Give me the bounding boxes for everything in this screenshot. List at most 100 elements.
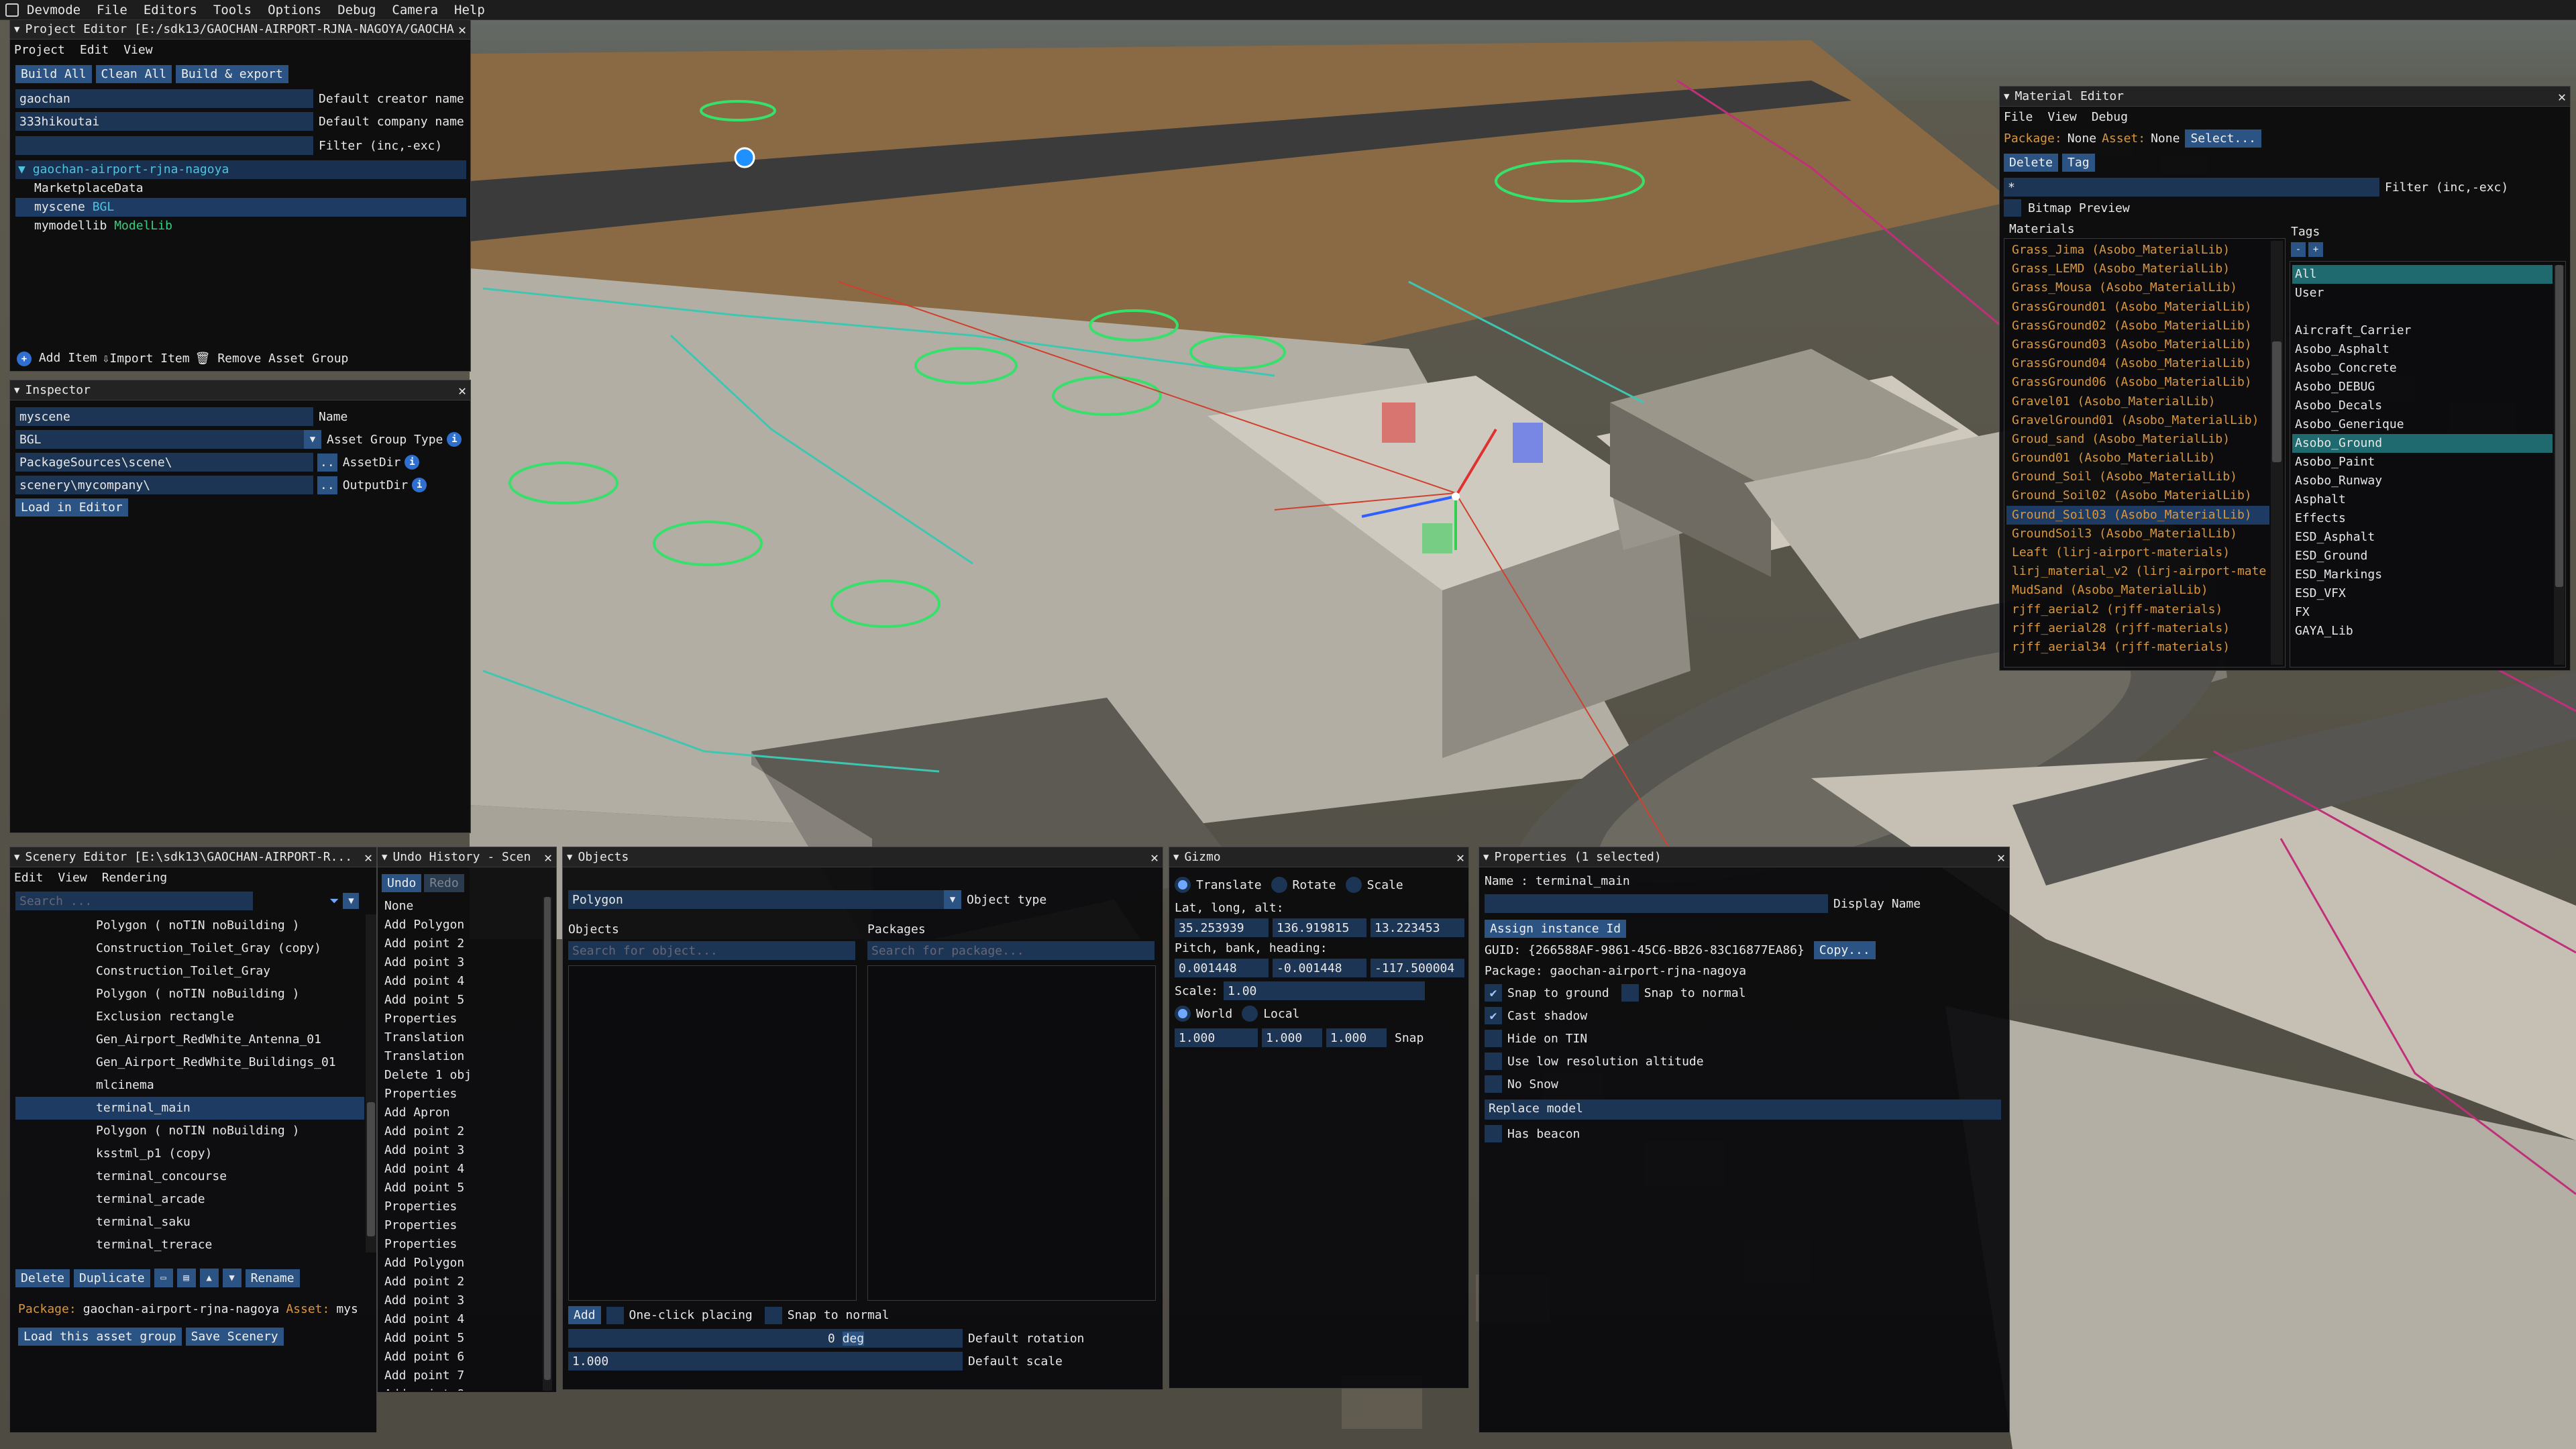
- menu-help[interactable]: Help: [446, 3, 493, 17]
- undo-history-item[interactable]: Add point 5: [382, 1179, 540, 1197]
- undo-history-item[interactable]: Add point 3: [382, 1291, 540, 1310]
- material-list-item[interactable]: GrassGround04 (Asobo_MaterialLib): [2006, 354, 2269, 373]
- rotate-radio[interactable]: [1271, 877, 1287, 893]
- undo-history-item[interactable]: Add Polygon: [382, 1254, 540, 1273]
- undo-history-item[interactable]: Add point 8: [382, 1385, 540, 1391]
- tag-list-item[interactable]: ESD_Ground: [2292, 547, 2553, 566]
- tag-list-item[interactable]: Asobo_Ground: [2292, 434, 2553, 453]
- local-radio[interactable]: [1242, 1006, 1258, 1022]
- collapse-triangle-icon[interactable]: ▼: [1483, 852, 1489, 863]
- creator-name-field[interactable]: gaochan: [15, 89, 313, 108]
- undo-history-item[interactable]: None: [382, 897, 540, 916]
- scrollbar-thumb[interactable]: [544, 897, 551, 1380]
- project-editor-titlebar[interactable]: ▼ Project Editor [E:/sdk13/GAOCHAN-AIRPO…: [10, 19, 470, 40]
- tag-list-item[interactable]: Asobo_Concrete: [2292, 359, 2553, 378]
- load-asset-group-button[interactable]: Load this asset group: [18, 1328, 182, 1346]
- objects-list[interactable]: [568, 965, 857, 1301]
- default-rotation-field[interactable]: 0 deg: [568, 1329, 963, 1348]
- duplicate-button[interactable]: Duplicate: [74, 1269, 150, 1287]
- undo-history-item[interactable]: Translation: [382, 1047, 540, 1066]
- inspector-titlebar[interactable]: ▼ Inspector ✕: [10, 380, 470, 400]
- undo-history-item[interactable]: Add point 4: [382, 972, 540, 991]
- close-icon[interactable]: ✕: [1150, 849, 1159, 865]
- collapse-triangle-icon[interactable]: ▼: [14, 24, 19, 35]
- material-list-item[interactable]: GrassGround02 (Asobo_MaterialLib): [2006, 317, 2269, 335]
- collapse-triangle-icon[interactable]: ▼: [382, 852, 387, 863]
- menu-view[interactable]: View: [58, 871, 87, 885]
- redo-button[interactable]: Redo: [424, 874, 464, 892]
- tree-item-myscene[interactable]: myscene BGL: [15, 198, 466, 217]
- scrollbar-thumb[interactable]: [367, 1102, 375, 1236]
- material-list-item[interactable]: GravelGround01 (Asobo_MaterialLib): [2006, 411, 2269, 430]
- material-list-item[interactable]: Grass_Jima (Asobo_MaterialLib): [2006, 241, 2269, 260]
- material-list-item[interactable]: rjff_aerial34 (rjff-materials): [2006, 638, 2269, 657]
- world-radio[interactable]: [1175, 1006, 1191, 1022]
- undo-history-item[interactable]: Translation: [382, 1028, 540, 1047]
- scenery-list-item[interactable]: terminal_saku: [15, 1211, 364, 1234]
- undo-history-item[interactable]: Add point 7: [382, 1366, 540, 1385]
- close-icon[interactable]: ✕: [364, 849, 372, 865]
- menu-rendering[interactable]: Rendering: [102, 871, 168, 885]
- tag-remove-button[interactable]: -: [2291, 242, 2306, 257]
- material-list-item[interactable]: Ground_Soil (Asobo_MaterialLib): [2006, 468, 2269, 486]
- undo-history-item[interactable]: Properties: [382, 1085, 540, 1104]
- scenery-list-item[interactable]: Polygon ( noTIN noBuilding ): [15, 914, 364, 937]
- scenery-search-input[interactable]: Search ...: [15, 892, 253, 910]
- select-asset-button[interactable]: Select...: [2185, 129, 2261, 148]
- snap-to-normal-checkbox[interactable]: [764, 1306, 782, 1324]
- scenery-list-item[interactable]: terminal_main: [15, 1097, 364, 1120]
- tag-add-button[interactable]: +: [2308, 242, 2323, 257]
- menu-file[interactable]: File: [2004, 110, 2033, 124]
- scenery-editor-titlebar[interactable]: ▼ Scenery Editor [E:\sdk13\GAOCHAN-AIRPO…: [10, 847, 376, 867]
- close-icon[interactable]: ✕: [1456, 849, 1464, 865]
- collapse-triangle-icon[interactable]: ▼: [1173, 852, 1179, 863]
- menu-options[interactable]: Options: [260, 3, 329, 17]
- delete-button[interactable]: Delete: [15, 1269, 70, 1287]
- move-down-icon[interactable]: ▼: [222, 1269, 241, 1287]
- tag-list-item[interactable]: Asobo_DEBUG: [2292, 378, 2553, 396]
- scale-radio[interactable]: [1345, 877, 1362, 893]
- longitude-field[interactable]: 136.919815: [1273, 918, 1366, 937]
- one-click-placing-checkbox[interactable]: [606, 1306, 624, 1324]
- tag-list-item[interactable]: Effects: [2292, 509, 2553, 528]
- material-list-item[interactable]: Gravel01 (Asobo_MaterialLib): [2006, 392, 2269, 411]
- scenery-list-item[interactable]: mlcinema: [15, 1074, 364, 1097]
- material-list-item[interactable]: GroundSoil3 (Asobo_MaterialLib): [2006, 525, 2269, 543]
- scale-field[interactable]: 1.00: [1224, 981, 1426, 1000]
- tag-list-item[interactable]: [2292, 303, 2553, 321]
- outputdir-field[interactable]: scenery\mycompany\: [15, 476, 313, 494]
- undo-history-item[interactable]: Add point 2: [382, 1122, 540, 1141]
- filter-options-dropdown-icon[interactable]: ▼: [343, 893, 360, 909]
- bitmap-preview-checkbox[interactable]: [2004, 199, 2021, 217]
- asset-name-field[interactable]: myscene: [15, 407, 313, 426]
- replace-model-header[interactable]: Replace model: [1485, 1099, 2001, 1120]
- material-list-item[interactable]: MudSand (Asobo_MaterialLib): [2006, 581, 2269, 600]
- info-icon[interactable]: i: [412, 478, 427, 492]
- hide-on-tin-checkbox[interactable]: [1485, 1030, 1502, 1047]
- scenery-list-item[interactable]: Gen_Airport_RedWhite_Antenna_01: [15, 1028, 364, 1051]
- info-icon[interactable]: i: [405, 455, 420, 470]
- undo-history-item[interactable]: Delete 1 obj: [382, 1066, 540, 1085]
- snap-to-normal-checkbox[interactable]: [1621, 984, 1639, 1002]
- scenery-list-item[interactable]: Construction_Toilet_Gray (copy): [15, 937, 364, 960]
- tag-list-item[interactable]: GAYA_Lib: [2292, 622, 2553, 641]
- menu-debug[interactable]: Debug: [329, 3, 384, 17]
- filter-icon[interactable]: ⏷: [329, 894, 339, 908]
- undo-history-item[interactable]: Add point 6: [382, 1348, 540, 1366]
- tag-list-item[interactable]: All: [2292, 265, 2553, 284]
- scenery-list-item[interactable]: terminal_trerace: [15, 1234, 364, 1252]
- heading-field[interactable]: -117.500004: [1371, 959, 1464, 977]
- low-res-altitude-checkbox[interactable]: [1485, 1053, 1502, 1070]
- delete-button[interactable]: Delete: [2004, 154, 2059, 172]
- undo-scrollbar[interactable]: [543, 897, 552, 1391]
- collapse-triangle-icon[interactable]: ▼: [14, 852, 19, 863]
- close-icon[interactable]: ✕: [1997, 849, 2005, 865]
- material-list-item[interactable]: Grass_LEMD (Asobo_MaterialLib): [2006, 260, 2269, 278]
- tag-list-item[interactable]: FX: [2292, 603, 2553, 622]
- scenery-scrollbar[interactable]: [366, 914, 376, 1252]
- move-up-icon[interactable]: ▲: [199, 1269, 219, 1287]
- material-list-item[interactable]: GrassGround06 (Asobo_MaterialLib): [2006, 373, 2269, 392]
- material-filter-input[interactable]: *: [2004, 178, 2379, 197]
- material-list-item[interactable]: GrassGround03 (Asobo_MaterialLib): [2006, 335, 2269, 354]
- close-icon[interactable]: ✕: [458, 382, 466, 398]
